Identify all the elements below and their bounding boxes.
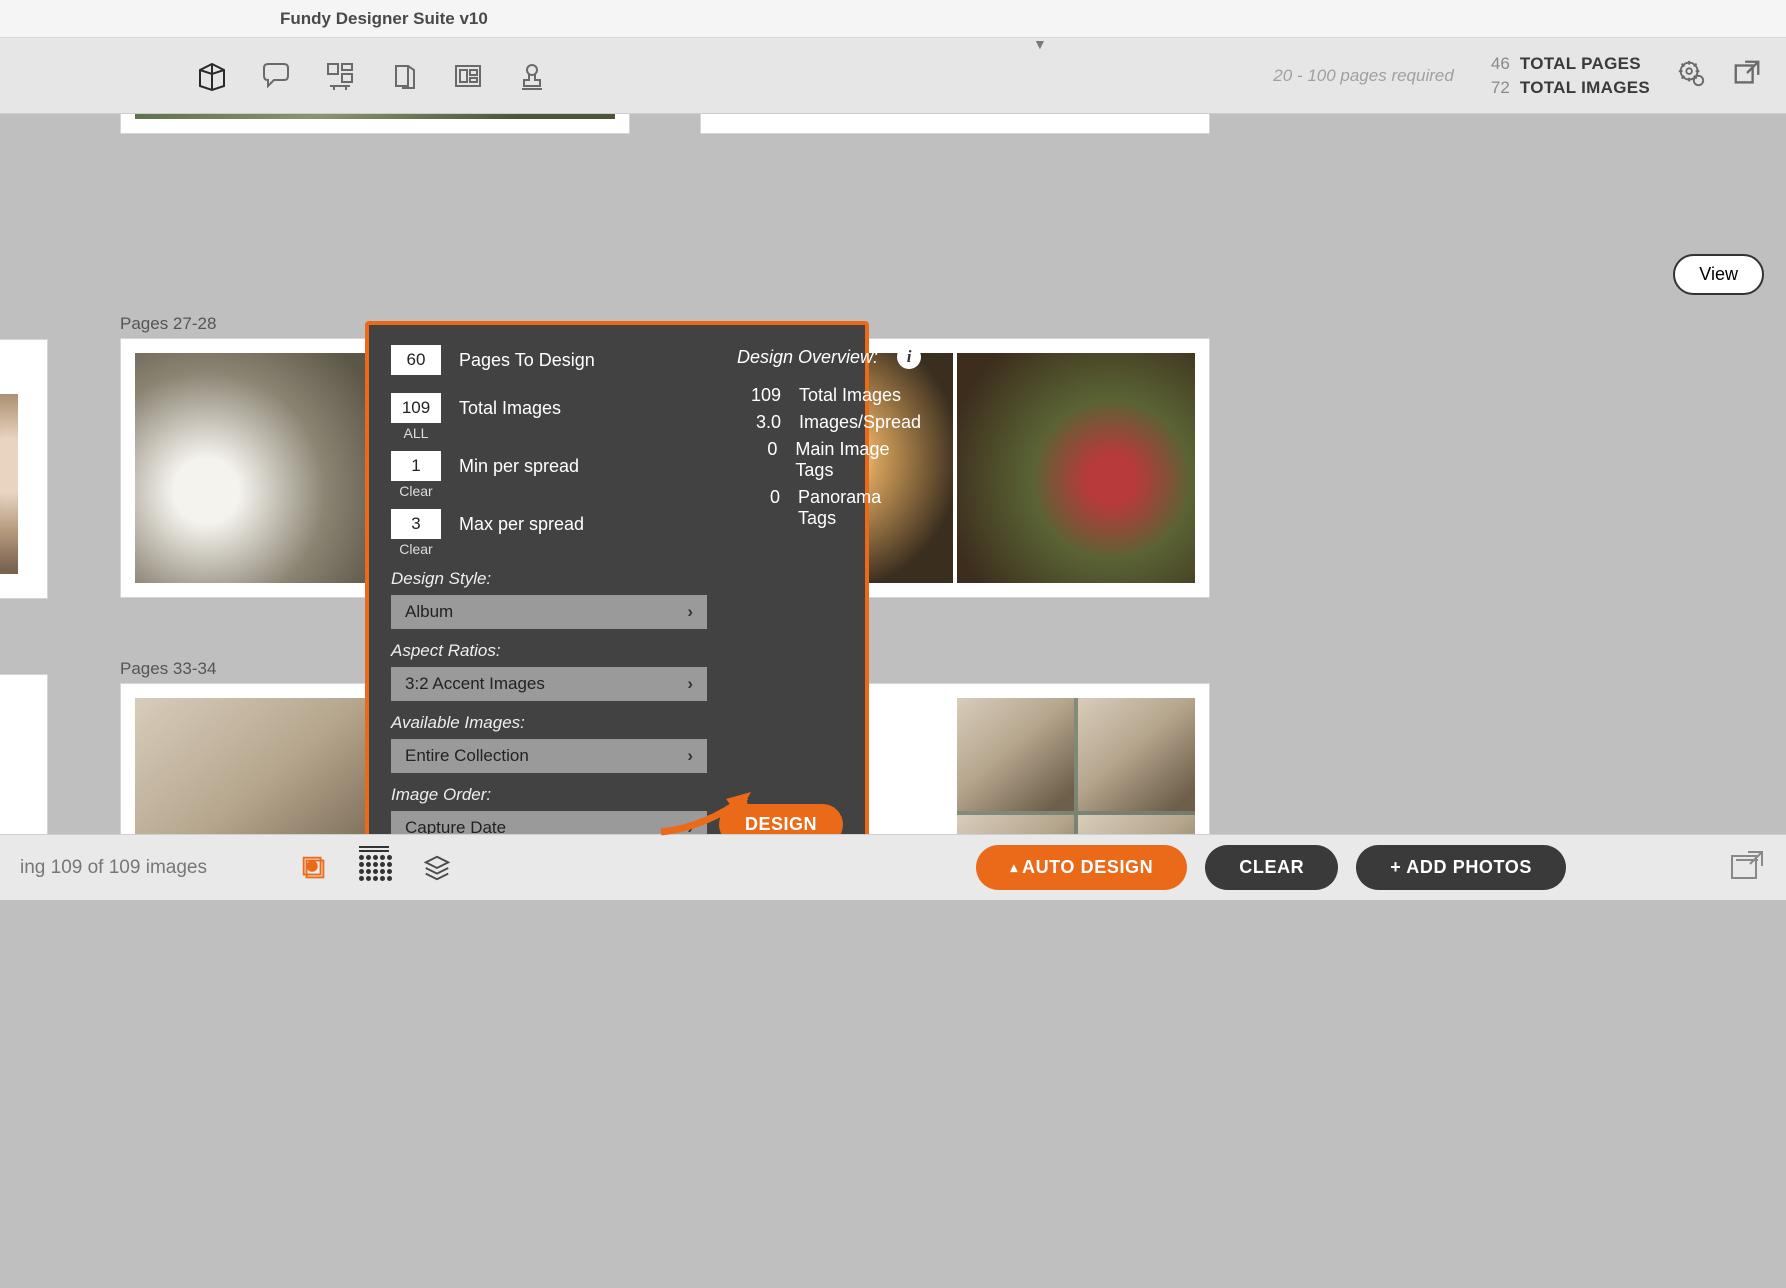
overview-total-images-label: Total Images [799,385,901,406]
overview-panorama-label: Panorama Tags [798,487,921,529]
aspect-ratios-heading: Aspect Ratios: [391,641,707,661]
pages-to-design-label: Pages To Design [459,350,595,371]
max-clear-link[interactable]: Clear [391,541,441,557]
chevron-up-icon: ▴ [1010,859,1018,876]
stack-view-icon[interactable] [299,853,329,883]
spread-photo [135,114,615,119]
overview-images-per-spread-num: 3.0 [737,412,781,433]
min-per-spread-label: Min per spread [459,456,579,477]
total-pages-label: TOTAL PAGES [1520,54,1641,74]
view-button[interactable]: View [1673,254,1764,295]
spread-photo [135,698,373,834]
stamp-icon[interactable] [514,58,550,94]
overview-main-tags-num: 0 [737,439,777,481]
aspect-ratios-value: 3:2 Accent Images [405,674,545,694]
spreads-canvas[interactable]: Pages 27-28 . Pages 33-34 . [0,114,1786,834]
max-per-spread-label: Max per spread [459,514,584,535]
app-title: Fundy Designer Suite v10 [280,9,488,29]
available-images-value: Entire Collection [405,746,529,766]
image-order-value: Capture Date [405,818,506,834]
page-image-stats: 46 TOTAL PAGES 72 TOTAL IMAGES [1480,54,1650,98]
min-per-spread-input[interactable] [391,451,441,481]
toolbar-mode-icons: ▼ [194,58,550,94]
chevron-right-icon: › [687,818,693,834]
chevron-right-icon: › [687,674,693,694]
overview-panorama-num: 0 [737,487,780,529]
title-bar: Fundy Designer Suite v10 [0,0,1786,38]
popout-icon[interactable] [1732,58,1762,93]
pages-to-design-input[interactable] [391,345,441,375]
total-images-input-label: Total Images [459,398,561,419]
design-button[interactable]: DESIGN [719,804,843,834]
overview-main-tags-label: Main Image Tags [795,439,921,481]
overview-images-per-spread-label: Images/Spread [799,412,921,433]
layers-icon[interactable] [422,853,452,883]
available-images-select[interactable]: Entire Collection › [391,739,707,773]
spread-top-right[interactable] [700,114,1210,134]
total-images-input[interactable] [391,393,441,423]
info-icon[interactable]: i [897,345,921,369]
available-images-heading: Available Images: [391,713,707,733]
image-order-select[interactable]: Capture Date › [391,811,707,834]
footer-bar: ing 109 of 109 images ▴ AUTO DESIGN CLEA… [0,834,1786,900]
total-images-all-link[interactable]: ALL [391,425,441,441]
gallery-icon[interactable] [450,58,486,94]
auto-design-label: AUTO DESIGN [1022,857,1153,878]
grid-view-icon[interactable] [359,855,392,881]
spread-photo [1078,815,1195,834]
spread-photo [1078,698,1195,811]
photo-peek-face [0,394,18,574]
aspect-ratios-select[interactable]: 3:2 Accent Images › [391,667,707,701]
toolbar: ▼ 20 - 100 pages required 46 TOTAL PAGES [0,38,1786,114]
image-count-status: ing 109 of 109 images [20,857,207,879]
total-images-label: TOTAL IMAGES [1520,78,1650,98]
total-pages-count: 46 [1480,54,1510,74]
active-caret-icon: ▼ [1033,36,1047,52]
auto-design-button[interactable]: ▴ AUTO DESIGN [976,845,1187,890]
wall-art-icon[interactable] [322,58,358,94]
image-order-heading: Image Order: [391,785,707,805]
clear-button[interactable]: CLEAR [1205,845,1338,890]
chevron-right-icon: › [687,602,693,622]
spread-photo [957,698,1074,811]
chevron-right-icon: › [687,746,693,766]
design-style-value: Album [405,602,453,622]
max-per-spread-input[interactable] [391,509,441,539]
design-style-select[interactable]: Album › [391,595,707,629]
spread-photo [135,353,373,583]
spread-photo [957,353,1195,583]
cards-icon[interactable] [386,58,422,94]
design-overview-heading: Design Overview: [737,347,878,368]
auto-design-popup: Pages To Design Total Images ALL Min per… [365,321,869,834]
pages-required-text: 20 - 100 pages required [1273,66,1454,86]
overview-total-images-num: 109 [737,385,781,406]
spread-photo [957,815,1074,834]
add-photos-button[interactable]: + ADD PHOTOS [1356,845,1566,890]
total-images-count: 72 [1480,78,1510,98]
min-clear-link[interactable]: Clear [391,483,441,499]
design-style-heading: Design Style: [391,569,707,589]
spread-peek-left-2[interactable] [0,674,48,834]
album-design-icon[interactable] [194,58,230,94]
settings-gear-icon[interactable] [1676,58,1706,93]
spread-top-left[interactable] [120,114,630,134]
open-external-icon[interactable] [1728,846,1766,889]
chat-icon[interactable] [258,58,294,94]
